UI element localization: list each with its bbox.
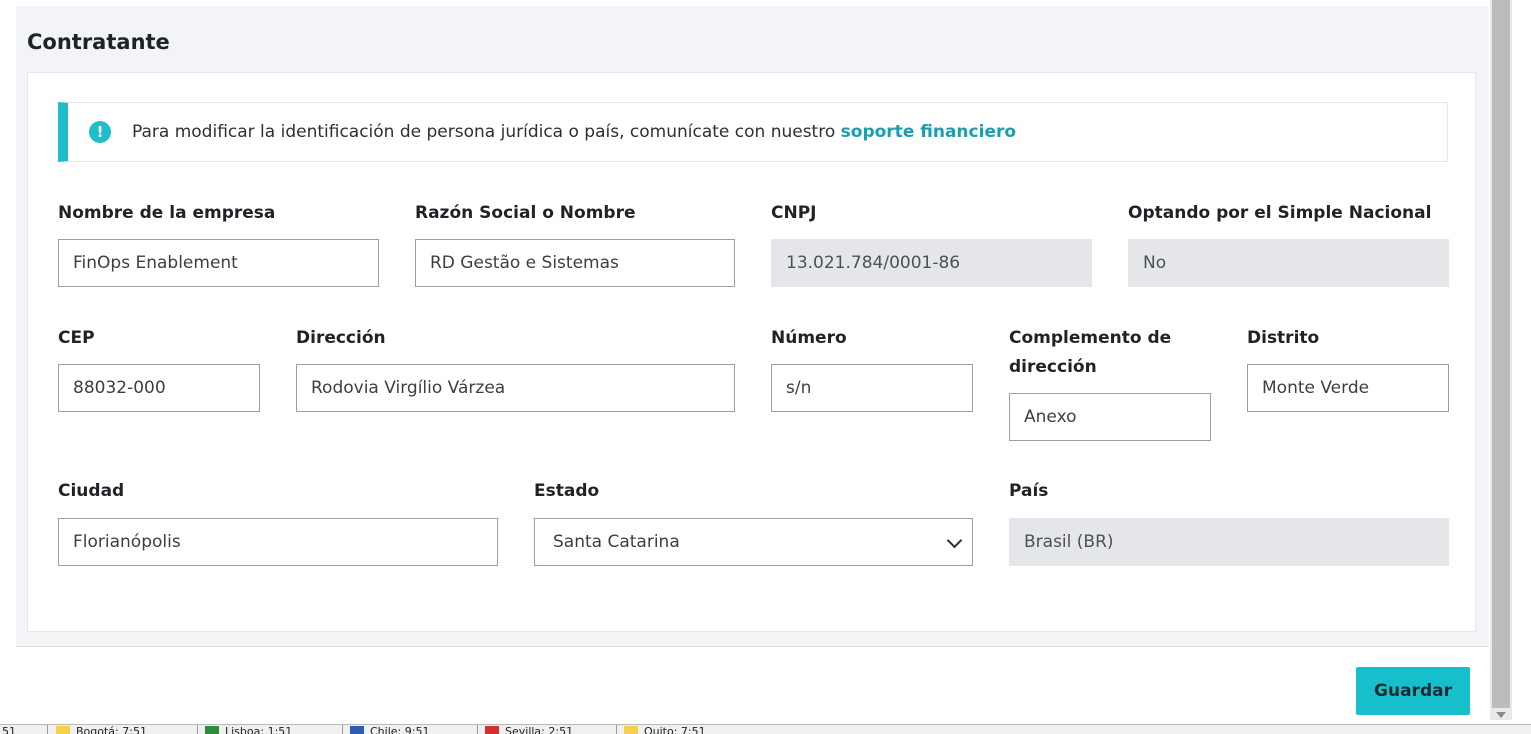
scrollbar-thumb[interactable] [1492, 0, 1510, 708]
section-title: Contratante [27, 30, 170, 54]
complemento-label-line1: Complemento de [1009, 328, 1172, 348]
empresa-label: Nombre de la empresa [58, 203, 276, 223]
estado-label: Estado [534, 481, 600, 501]
razon-social-input[interactable]: RD Gestão e Sistemas [415, 239, 735, 287]
chevron-down-icon [946, 532, 963, 549]
field-empresa: Nombre de la empresa FinOps Enablement [58, 199, 379, 287]
ciudad-label: Ciudad [58, 481, 125, 501]
distrito-label: Distrito [1247, 328, 1320, 348]
field-direccion: Dirección Rodovia Virgílio Várzea [296, 324, 735, 412]
pais-label: País [1009, 481, 1049, 501]
exclamation-circle-icon: ! [89, 121, 111, 143]
simples-label: Optando por el Simple Nacional [1128, 203, 1432, 223]
field-cnpj: CNPJ 13.021.784/0001-86 [771, 199, 1092, 287]
numero-input[interactable]: s/n [771, 364, 973, 412]
ciudad-input[interactable]: Florianópolis [58, 518, 498, 566]
field-estado: Estado Santa Catarina [534, 477, 973, 566]
pais-input: Brasil (BR) [1009, 518, 1449, 566]
vertical-scrollbar[interactable] [1490, 0, 1512, 720]
field-distrito: Distrito Monte Verde [1247, 324, 1449, 412]
estado-selected-value: Santa Catarina [553, 532, 680, 552]
field-ciudad: Ciudad Florianópolis [58, 477, 498, 566]
alert-text: Para modificar la identificación de pers… [132, 122, 1016, 142]
cep-input[interactable]: 88032-000 [58, 364, 260, 412]
simples-input: No [1128, 239, 1449, 287]
complemento-label-line2: dirección [1009, 357, 1097, 377]
cep-label: CEP [58, 328, 95, 348]
cnpj-label: CNPJ [771, 203, 817, 223]
info-alert: ! Para modificar la identificación de pe… [58, 102, 1448, 162]
empresa-input[interactable]: FinOps Enablement [58, 239, 379, 287]
field-pais: País Brasil (BR) [1009, 477, 1449, 566]
razon-social-label: Razón Social o Nombre [415, 203, 636, 223]
distrito-input[interactable]: Monte Verde [1247, 364, 1449, 412]
save-button[interactable]: Guardar [1356, 667, 1470, 715]
field-razon-social: Razón Social o Nombre RD Gestão e Sistem… [415, 199, 735, 287]
direccion-label: Dirección [296, 328, 386, 348]
field-simples: Optando por el Simple Nacional No [1128, 199, 1449, 287]
cnpj-input: 13.021.784/0001-86 [771, 239, 1092, 287]
contratante-panel: Contratante ! Para modificar la identifi… [16, 6, 1489, 647]
complemento-input[interactable]: Anexo [1009, 393, 1211, 441]
estado-select[interactable]: Santa Catarina [534, 518, 973, 566]
field-complemento: Complemento de dirección Anexo [1009, 324, 1211, 441]
numero-label: Número [771, 328, 847, 348]
field-numero: Número s/n [771, 324, 973, 412]
alert-message: Para modificar la identificación de pers… [132, 122, 841, 142]
field-cep: CEP 88032-000 [58, 324, 260, 412]
soporte-financiero-link[interactable]: soporte financiero [841, 122, 1016, 142]
scroll-down-arrow-icon[interactable] [1496, 712, 1506, 718]
form-card: ! Para modificar la identificación de pe… [27, 72, 1476, 632]
direccion-input[interactable]: Rodovia Virgílio Várzea [296, 364, 735, 412]
